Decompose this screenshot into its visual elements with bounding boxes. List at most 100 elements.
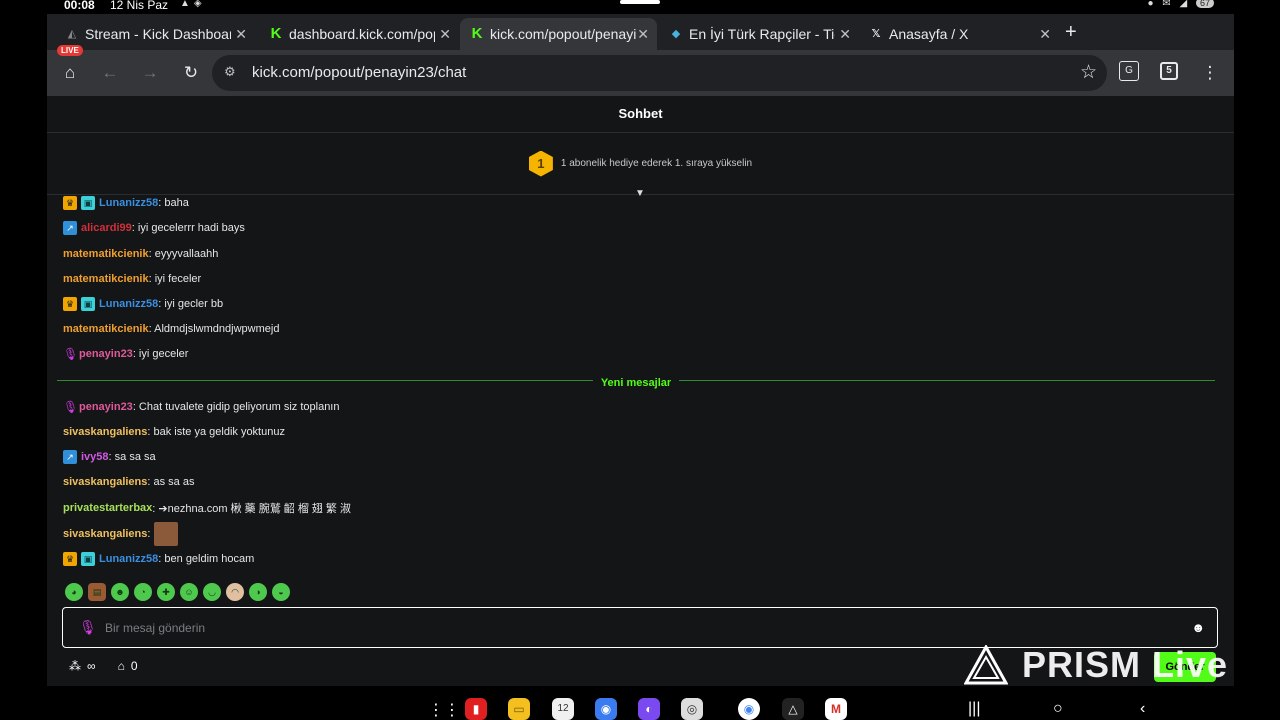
device-screen: 00:08 12 Nis Paz ▲◈ ● ✉ ◢ 67 ◭ Stream - … <box>0 0 1280 720</box>
subscription-leaderboard-banner[interactable]: 1 1 abonelik hediye ederek 1. sıraya yük… <box>47 133 1234 195</box>
chat-message-list[interactable]: ♛ ▣ Lunanizz58 : baha ↗ alicardi99 : iyi… <box>47 196 1225 574</box>
tab-kick-popout-chat[interactable]: K kick.com/popout/penayin23 ✕ <box>460 18 657 50</box>
translate-icon[interactable]: G <box>1119 61 1139 81</box>
new-tab-button[interactable]: + <box>1065 21 1077 44</box>
emote-icon[interactable]: ◑ <box>249 583 267 601</box>
kick-chat-page: Sohbet 1 1 abonelik hediye ederek 1. sır… <box>47 96 1234 686</box>
forward-icon[interactable]: → <box>137 60 163 86</box>
chat-message-input[interactable] <box>105 618 1165 638</box>
tab-stream-dashboard[interactable]: ◭ Stream - Kick Dashboard ✕ <box>55 18 255 50</box>
tab-count-button[interactable]: 5 <box>1160 62 1178 80</box>
tab-dashboard-kick[interactable]: K dashboard.kick.com/popout ✕ <box>259 18 459 50</box>
chat-message: ♛ ▣ Lunanizz58 : baha <box>63 196 189 213</box>
username[interactable]: sivaskangaliens <box>63 476 147 488</box>
store-icon: ⌂ <box>117 659 125 673</box>
username[interactable]: privatestarterbax <box>63 502 152 514</box>
site-settings-icon[interactable]: ⚙ <box>224 64 236 80</box>
close-icon[interactable]: ✕ <box>1039 26 1051 43</box>
username[interactable]: ivy58 <box>81 451 109 463</box>
watermark-text: PRISM Live <box>1022 644 1229 685</box>
new-messages-label: Yeni mesajlar <box>592 377 680 389</box>
camera-pill <box>620 0 660 4</box>
recent-apps-icon[interactable]: ||| <box>968 700 980 718</box>
crown-badge-icon: ♛ <box>63 196 77 210</box>
close-icon[interactable]: ✕ <box>839 26 851 43</box>
bookmark-star-icon[interactable]: ☆ <box>1080 61 1097 84</box>
emote-icon[interactable]: ◔ <box>134 583 152 601</box>
prism-logo-icon <box>964 645 1008 685</box>
address-bar[interactable]: ⚙ kick.com/popout/penayin23/chat ☆ <box>212 55 1107 91</box>
message-text: : iyi feceler <box>148 273 202 285</box>
chat-message: ↗ alicardi99 : iyi gecelerrr hadi bays <box>63 218 245 238</box>
username[interactable]: matematikcienik <box>63 273 149 285</box>
message-text: : eyyyvallaahh <box>148 248 219 260</box>
broadcaster-mic-icon: 🎙 <box>63 400 79 414</box>
message-text: : ben geldim hocam <box>158 553 255 565</box>
gmail-icon[interactable]: M <box>825 698 847 720</box>
emote-icon[interactable]: ◕ <box>65 583 83 601</box>
emote-icon[interactable]: ◠ <box>226 583 244 601</box>
message-text: : bak iste ya geldik yoktunuz <box>147 426 285 438</box>
username[interactable]: matematikcienik <box>63 323 149 335</box>
close-icon[interactable]: ✕ <box>235 26 247 43</box>
channel-points[interactable]: ⁂ ∞ <box>69 659 96 673</box>
url-text[interactable]: kick.com/popout/penayin23/chat <box>252 64 466 81</box>
username[interactable]: sivaskangaliens <box>63 426 147 438</box>
username[interactable]: penayin23 <box>79 401 133 413</box>
folder-icon[interactable]: ▭ <box>508 698 530 720</box>
emote-icon[interactable]: ▤ <box>88 583 106 601</box>
close-icon[interactable]: ✕ <box>637 26 649 43</box>
reload-icon[interactable]: ↻ <box>178 60 204 86</box>
chat-input-box[interactable]: 🎙 ☻ <box>62 607 1218 648</box>
prism-app-icon[interactable]: △ <box>782 698 804 720</box>
emote-icon[interactable]: ◒ <box>272 583 290 601</box>
subscriber-badge-icon: ▣ <box>81 196 95 210</box>
messages-icon[interactable]: ◉ <box>595 698 617 720</box>
kick-favicon-icon: K <box>471 25 483 42</box>
camera-icon[interactable]: ◎ <box>681 698 703 720</box>
chat-message: privatestarterbax : ➔nezhna.com 楸 藥 腕鷲 齠… <box>63 498 351 518</box>
back-icon[interactable]: ← <box>97 60 123 86</box>
username[interactable]: matematikcienik <box>63 248 149 260</box>
live-badge: LIVE <box>57 45 83 56</box>
store-points[interactable]: ⌂ 0 <box>118 659 138 673</box>
close-icon[interactable]: ✕ <box>439 26 451 43</box>
emoji-picker-icon[interactable]: ☻ <box>1191 620 1205 635</box>
emote-icon[interactable]: ☺ <box>180 583 198 601</box>
crown-badge-icon: ♛ <box>63 297 77 311</box>
calendar-icon[interactable]: 12 <box>552 698 574 720</box>
tab-x-home[interactable]: 𝕏 Anasayfa / X ✕ <box>859 18 1059 50</box>
username[interactable]: Lunanizz58 <box>99 197 158 209</box>
username[interactable]: alicardi99 <box>81 222 132 234</box>
app-icon[interactable]: ▮ <box>465 698 487 720</box>
message-text: : as sa as <box>147 476 195 488</box>
browser-window: ◭ Stream - Kick Dashboard ✕ K dashboard.… <box>47 14 1234 96</box>
username[interactable]: Lunanizz58 <box>99 298 158 310</box>
quick-emote-bar: ◕ ▤ ☻ ◔ ✚ ☺ ◡ ◠ ◑ ◒ <box>65 583 290 603</box>
x-favicon-icon: 𝕏 <box>871 28 881 40</box>
tab-rapciler-tier[interactable]: ◆ En İyi Türk Rapçiler - Tier ✕ <box>659 18 859 50</box>
chat-message: 🎙 penayin23 : Chat tuvalete gidip geliyo… <box>63 397 339 417</box>
emote-icon[interactable]: ☻ <box>111 583 129 601</box>
system-icons: ● ✉ ◢ 67 <box>1148 0 1214 9</box>
tab-title: kick.com/popout/penayin23 <box>490 26 636 42</box>
store-value: 0 <box>130 659 138 673</box>
username[interactable]: Lunanizz58 <box>99 553 158 565</box>
chat-title: Sohbet <box>47 96 1234 133</box>
home-icon[interactable]: ⌂ <box>57 60 83 86</box>
menu-kebab-icon[interactable]: ⋮ <box>1197 60 1223 86</box>
back-nav-icon[interactable]: ‹ <box>1140 700 1145 718</box>
message-text: : sa sa sa <box>108 451 156 463</box>
internet-icon[interactable]: ◐ <box>638 698 660 720</box>
emote-icon[interactable]: ◡ <box>203 583 221 601</box>
face-emote-image <box>154 522 179 546</box>
username[interactable]: sivaskangaliens <box>63 528 147 540</box>
username[interactable]: penayin23 <box>79 348 133 360</box>
android-nav-bar: ⋮⋮⋮ ▮ ▭ 12 ◉ ◐ ◎ ◉ △ M ||| ○ ‹ <box>0 690 1280 720</box>
message-text: : Chat tuvalete gidip geliyorum siz topl… <box>132 401 340 413</box>
home-nav-icon[interactable]: ○ <box>1053 700 1063 718</box>
chrome-icon[interactable]: ◉ <box>738 698 760 720</box>
chat-message: matematikcienik : Aldmdjslwmdndjwpwmejd <box>63 319 279 339</box>
crown-badge-icon: ♛ <box>63 552 77 566</box>
emote-icon[interactable]: ✚ <box>157 583 175 601</box>
